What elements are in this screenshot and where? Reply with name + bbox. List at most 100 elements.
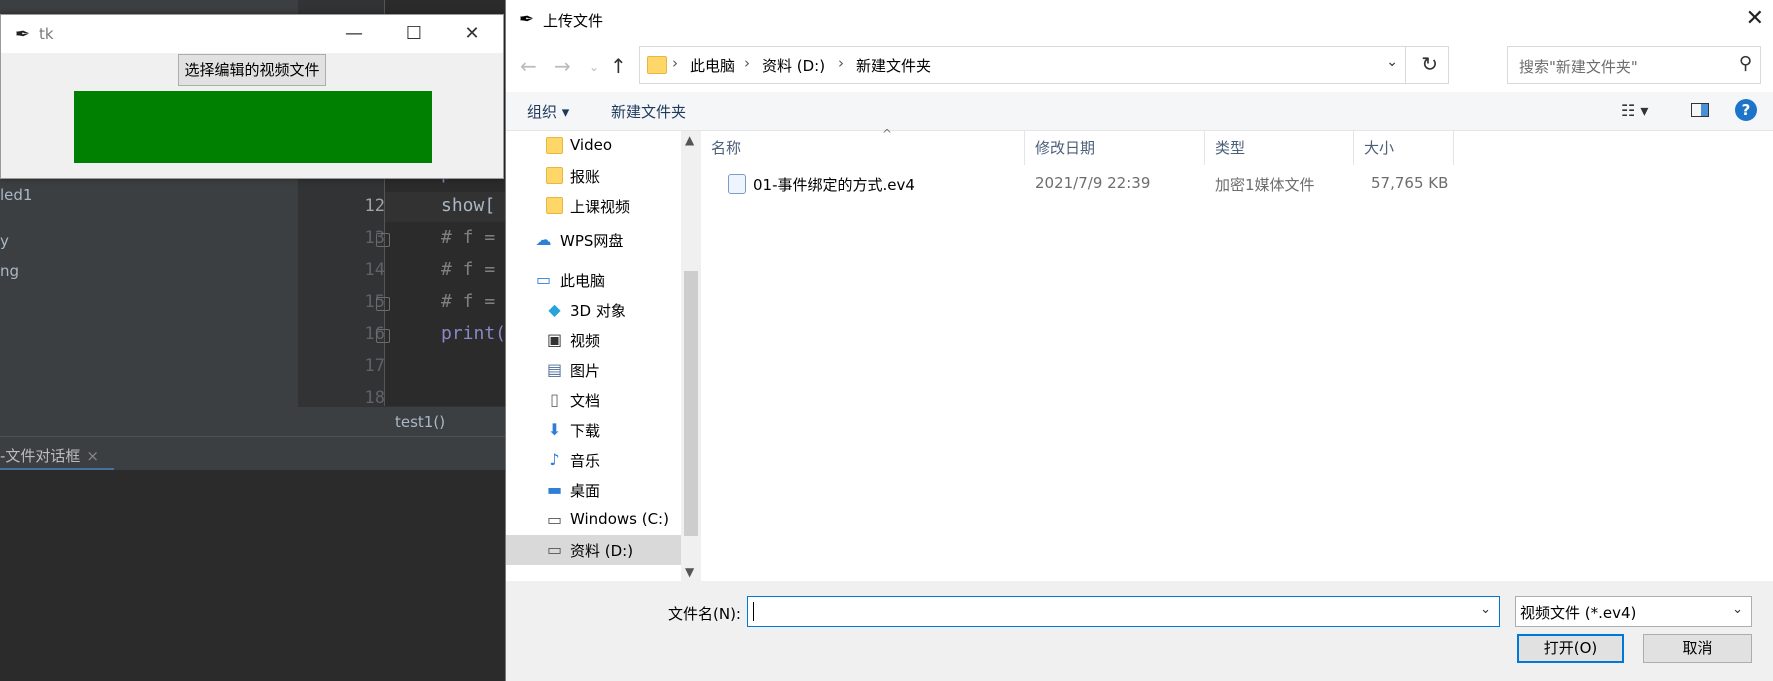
nav-item-documents[interactable]: ▯ 文档 — [506, 385, 681, 415]
nav-item-this-pc[interactable]: ▭ 此电脑 — [506, 265, 681, 295]
chevron-right-icon[interactable]: › — [744, 54, 750, 72]
nav-item-downloads[interactable]: ⬇ 下载 — [506, 415, 681, 445]
navigation-pane: Video 报账 上课视频 ☁ WPS网盘 ▭ 此电脑 ◆ 3D 对象 ▣ 视频… — [506, 131, 681, 581]
close-icon[interactable]: ✕ — [452, 22, 492, 46]
help-icon[interactable]: ? — [1735, 99, 1757, 121]
tk-titlebar[interactable]: ✒ tk — ☐ ✕ — [1, 15, 503, 53]
nav-item-class-video[interactable]: 上课视频 — [506, 191, 681, 221]
nav-item-label: 上课视频 — [570, 198, 631, 216]
organize-button[interactable]: 组织 ▾ — [527, 101, 569, 122]
cancel-button[interactable]: 取消 — [1643, 634, 1752, 663]
filetype-select[interactable]: 视频文件 (*.ev4) ⌄ — [1515, 596, 1752, 627]
column-header-name[interactable]: 名称 — [701, 131, 1025, 165]
nav-item-label: 文档 — [570, 392, 601, 410]
address-divider — [1405, 47, 1406, 83]
run-tab[interactable]: -文件对话框 × — [0, 445, 99, 466]
scrollbar-thumb[interactable] — [684, 271, 698, 536]
nav-item-label: 资料 (D:) — [570, 542, 634, 560]
view-options-icon[interactable]: ☷ ▾ — [1621, 101, 1648, 120]
breadcrumb-label[interactable]: test1() — [395, 413, 445, 431]
nav-item-label: WPS网盘 — [560, 232, 624, 250]
nav-item-drive-c[interactable]: ▭ Windows (C:) — [506, 505, 681, 535]
file-size: 57,765 KB — [1371, 174, 1449, 192]
nav-item-wps-drive[interactable]: ☁ WPS网盘 — [506, 225, 681, 255]
chevron-down-icon[interactable]: ⌄ — [1386, 54, 1398, 70]
scroll-up-icon[interactable]: ▲ — [685, 133, 694, 147]
editor-breadcrumb: test1() — [298, 406, 508, 437]
filename-label: 文件名(N): — [668, 605, 741, 623]
file-list: 名称 ^ 修改日期 类型 大小 01-事件绑定的方式.ev4 2021/7/9 … — [701, 127, 1773, 581]
chevron-down-icon[interactable]: ⌄ — [1732, 602, 1743, 617]
project-item[interactable]: led1 — [0, 186, 32, 204]
recent-dropdown-icon[interactable]: ⌄ — [589, 60, 599, 74]
nav-item-music[interactable]: ♪ 音乐 — [506, 445, 681, 475]
nav-item-label: 报账 — [570, 168, 601, 186]
file-name: 01-事件绑定的方式.ev4 — [753, 176, 915, 194]
line-number: 17 — [364, 356, 385, 376]
folder-icon — [647, 56, 667, 74]
forward-icon[interactable]: → — [554, 54, 571, 78]
filename-input[interactable]: ⌄ — [747, 596, 1500, 627]
breadcrumb-drive-d[interactable]: 资料 (D:) — [762, 55, 825, 76]
chevron-right-icon[interactable]: › — [672, 54, 678, 72]
nav-item-reimbursement[interactable]: 报账 — [506, 161, 681, 191]
nav-item-desktop[interactable]: ▬ 桌面 — [506, 475, 681, 505]
search-box[interactable]: 搜索"新建文件夹" ⚲ — [1507, 46, 1761, 84]
code-line: # f = — [441, 227, 496, 248]
dialog-titlebar[interactable]: ✒ 上传文件 ✕ — [506, 0, 1773, 40]
picture-icon: ▤ — [546, 360, 563, 379]
select-video-button[interactable]: 选择编辑的视频文件 — [178, 54, 326, 86]
dialog-title: 上传文件 — [543, 12, 604, 30]
nav-item-label: 图片 — [570, 362, 601, 380]
nav-item-drive-d[interactable]: ▭ 资料 (D:) — [506, 535, 681, 565]
project-item[interactable]: ng — [0, 262, 19, 280]
close-icon[interactable]: × — [86, 447, 99, 465]
computer-icon: ▭ — [535, 270, 552, 289]
video-icon: ▣ — [546, 330, 563, 349]
nav-item-videos[interactable]: ▣ 视频 — [506, 325, 681, 355]
search-icon[interactable]: ⚲ — [1739, 53, 1752, 74]
fold-marker-icon[interactable] — [376, 297, 390, 311]
fold-marker-icon[interactable] — [376, 233, 390, 247]
up-icon[interactable]: ↑ — [610, 54, 627, 78]
maximize-icon[interactable]: ☐ — [394, 22, 434, 46]
folder-icon — [546, 167, 563, 184]
nav-item-pictures[interactable]: ▤ 图片 — [506, 355, 681, 385]
breadcrumb-this-pc[interactable]: 此电脑 — [690, 55, 735, 76]
fold-marker-icon[interactable] — [376, 329, 390, 343]
open-button[interactable]: 打开(O) — [1517, 634, 1624, 663]
navigation-bar: ← → ⌄ ↑ › 此电脑 › 资料 (D:) › 新建文件夹 ⌄ ↻ 搜索"新… — [506, 40, 1773, 92]
text-caret — [753, 602, 754, 621]
run-console — [0, 470, 508, 681]
refresh-icon[interactable]: ↻ — [1421, 52, 1438, 76]
column-header-date[interactable]: 修改日期 — [1025, 131, 1205, 165]
column-header-type[interactable]: 类型 — [1205, 131, 1354, 165]
nav-item-label: Windows (C:) — [570, 510, 669, 528]
code-line: show[ — [441, 195, 496, 216]
address-bar[interactable]: › 此电脑 › 资料 (D:) › 新建文件夹 ⌄ ↻ — [639, 46, 1449, 84]
file-type: 加密1媒体文件 — [1215, 176, 1315, 194]
project-item[interactable]: y — [0, 232, 9, 250]
folder-icon — [546, 197, 563, 214]
column-header-size[interactable]: 大小 — [1354, 131, 1454, 165]
nav-item-label: 桌面 — [570, 482, 601, 500]
close-icon[interactable]: ✕ — [1746, 6, 1764, 31]
code-line: # f = — [441, 259, 496, 280]
scroll-down-icon[interactable]: ▼ — [685, 565, 694, 579]
preview-pane-icon[interactable] — [1691, 103, 1709, 117]
new-folder-button[interactable]: 新建文件夹 — [611, 101, 686, 122]
feather-icon: ✒ — [519, 9, 535, 30]
minimize-icon[interactable]: — — [334, 22, 374, 46]
file-row[interactable]: 01-事件绑定的方式.ev4 2021/7/9 22:39 加密1媒体文件 57… — [701, 169, 1773, 199]
back-icon[interactable]: ← — [520, 54, 537, 78]
chevron-down-icon[interactable]: ⌄ — [1480, 602, 1491, 617]
nav-scrollbar[interactable]: ▲ ▼ — [681, 131, 701, 581]
line-number: 18 — [364, 388, 385, 408]
nav-item-video[interactable]: Video — [506, 131, 681, 161]
desktop-icon: ▬ — [546, 480, 563, 499]
line-number: 14 — [364, 260, 385, 280]
chevron-right-icon[interactable]: › — [838, 54, 844, 72]
breadcrumb-new-folder[interactable]: 新建文件夹 — [856, 55, 931, 76]
green-canvas — [74, 91, 432, 163]
nav-item-3d-objects[interactable]: ◆ 3D 对象 — [506, 295, 681, 325]
